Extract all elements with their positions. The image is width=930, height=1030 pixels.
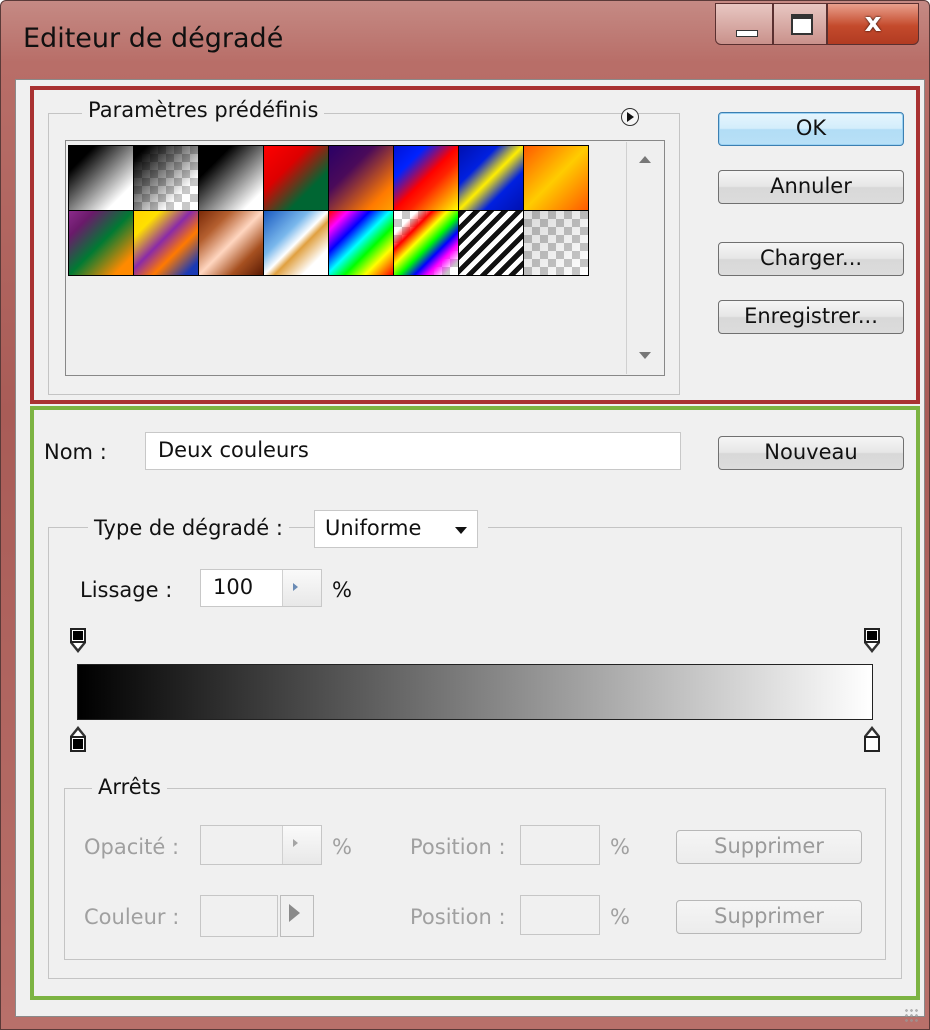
resize-grip-icon[interactable]: [904, 1008, 920, 1024]
gradient-settings-highlight-frame: [30, 406, 920, 1000]
close-icon: x: [864, 8, 882, 38]
close-button[interactable]: x: [827, 3, 919, 45]
minimize-button[interactable]: [715, 3, 773, 45]
title-bar[interactable]: Editeur de dégradé x: [1, 1, 929, 81]
window-controls: x: [715, 3, 923, 51]
maximize-button[interactable]: [773, 3, 827, 45]
minimize-icon: [736, 30, 758, 37]
maximize-icon: [791, 14, 813, 35]
window-title: Editeur de dégradé: [23, 23, 284, 54]
presets-highlight-frame: [30, 86, 920, 404]
